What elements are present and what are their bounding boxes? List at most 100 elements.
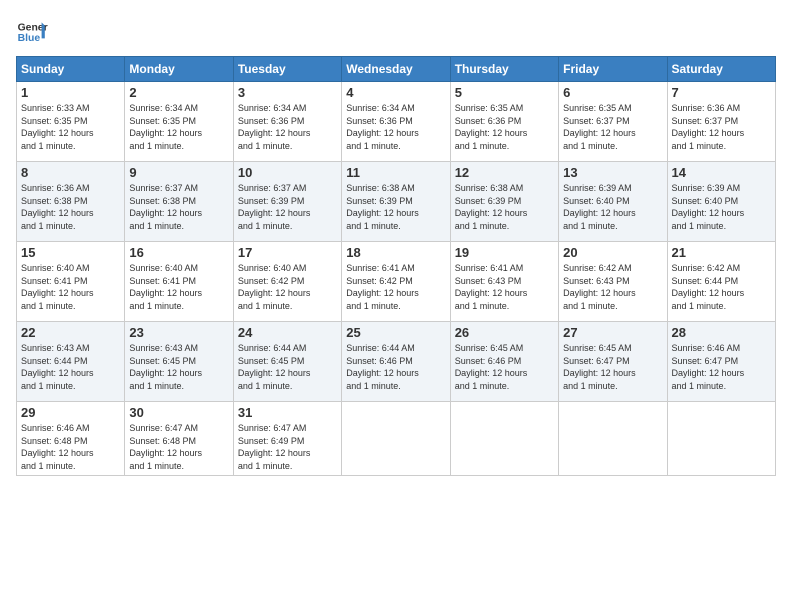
day-number: 7 bbox=[672, 85, 771, 100]
day-number: 6 bbox=[563, 85, 662, 100]
day-info: Sunrise: 6:36 AMSunset: 6:37 PMDaylight:… bbox=[672, 102, 771, 152]
calendar-cell: 4 Sunrise: 6:34 AMSunset: 6:36 PMDaylight… bbox=[342, 82, 450, 162]
day-number: 23 bbox=[129, 325, 228, 340]
day-info: Sunrise: 6:38 AMSunset: 6:39 PMDaylight:… bbox=[455, 182, 554, 232]
day-info: Sunrise: 6:36 AMSunset: 6:38 PMDaylight:… bbox=[21, 182, 120, 232]
calendar-cell: 7 Sunrise: 6:36 AMSunset: 6:37 PMDaylight… bbox=[667, 82, 775, 162]
calendar-cell: 20 Sunrise: 6:42 AMSunset: 6:43 PMDayligh… bbox=[559, 242, 667, 322]
day-number: 30 bbox=[129, 405, 228, 420]
day-info: Sunrise: 6:33 AMSunset: 6:35 PMDaylight:… bbox=[21, 102, 120, 152]
calendar-cell: 23 Sunrise: 6:43 AMSunset: 6:45 PMDayligh… bbox=[125, 322, 233, 402]
calendar-header-sunday: Sunday bbox=[17, 57, 125, 82]
day-info: Sunrise: 6:43 AMSunset: 6:45 PMDaylight:… bbox=[129, 342, 228, 392]
day-info: Sunrise: 6:39 AMSunset: 6:40 PMDaylight:… bbox=[672, 182, 771, 232]
day-info: Sunrise: 6:35 AMSunset: 6:36 PMDaylight:… bbox=[455, 102, 554, 152]
calendar-table: SundayMondayTuesdayWednesdayThursdayFrid… bbox=[16, 56, 776, 476]
day-info: Sunrise: 6:40 AMSunset: 6:41 PMDaylight:… bbox=[129, 262, 228, 312]
day-number: 19 bbox=[455, 245, 554, 260]
day-number: 5 bbox=[455, 85, 554, 100]
calendar-header-thursday: Thursday bbox=[450, 57, 558, 82]
header: General Blue bbox=[16, 16, 776, 48]
calendar-cell: 13 Sunrise: 6:39 AMSunset: 6:40 PMDayligh… bbox=[559, 162, 667, 242]
calendar-cell: 2 Sunrise: 6:34 AMSunset: 6:35 PMDaylight… bbox=[125, 82, 233, 162]
day-number: 27 bbox=[563, 325, 662, 340]
day-info: Sunrise: 6:43 AMSunset: 6:44 PMDaylight:… bbox=[21, 342, 120, 392]
day-number: 1 bbox=[21, 85, 120, 100]
calendar-cell bbox=[667, 402, 775, 476]
day-info: Sunrise: 6:34 AMSunset: 6:35 PMDaylight:… bbox=[129, 102, 228, 152]
calendar-cell: 30 Sunrise: 6:47 AMSunset: 6:48 PMDayligh… bbox=[125, 402, 233, 476]
calendar-cell: 10 Sunrise: 6:37 AMSunset: 6:39 PMDayligh… bbox=[233, 162, 341, 242]
day-info: Sunrise: 6:35 AMSunset: 6:37 PMDaylight:… bbox=[563, 102, 662, 152]
day-number: 28 bbox=[672, 325, 771, 340]
day-number: 3 bbox=[238, 85, 337, 100]
day-info: Sunrise: 6:45 AMSunset: 6:46 PMDaylight:… bbox=[455, 342, 554, 392]
calendar-header-row: SundayMondayTuesdayWednesdayThursdayFrid… bbox=[17, 57, 776, 82]
calendar-cell: 17 Sunrise: 6:40 AMSunset: 6:42 PMDayligh… bbox=[233, 242, 341, 322]
day-info: Sunrise: 6:47 AMSunset: 6:49 PMDaylight:… bbox=[238, 422, 337, 472]
day-info: Sunrise: 6:42 AMSunset: 6:43 PMDaylight:… bbox=[563, 262, 662, 312]
calendar-cell: 9 Sunrise: 6:37 AMSunset: 6:38 PMDaylight… bbox=[125, 162, 233, 242]
day-number: 24 bbox=[238, 325, 337, 340]
day-number: 13 bbox=[563, 165, 662, 180]
calendar-header-friday: Friday bbox=[559, 57, 667, 82]
svg-text:Blue: Blue bbox=[18, 33, 41, 44]
day-info: Sunrise: 6:37 AMSunset: 6:39 PMDaylight:… bbox=[238, 182, 337, 232]
day-number: 20 bbox=[563, 245, 662, 260]
calendar-cell: 15 Sunrise: 6:40 AMSunset: 6:41 PMDayligh… bbox=[17, 242, 125, 322]
day-info: Sunrise: 6:34 AMSunset: 6:36 PMDaylight:… bbox=[346, 102, 445, 152]
day-info: Sunrise: 6:42 AMSunset: 6:44 PMDaylight:… bbox=[672, 262, 771, 312]
calendar-header-wednesday: Wednesday bbox=[342, 57, 450, 82]
calendar-cell: 5 Sunrise: 6:35 AMSunset: 6:36 PMDaylight… bbox=[450, 82, 558, 162]
logo: General Blue bbox=[16, 16, 48, 48]
day-number: 16 bbox=[129, 245, 228, 260]
calendar-cell: 1 Sunrise: 6:33 AMSunset: 6:35 PMDaylight… bbox=[17, 82, 125, 162]
calendar-cell: 31 Sunrise: 6:47 AMSunset: 6:49 PMDayligh… bbox=[233, 402, 341, 476]
day-number: 14 bbox=[672, 165, 771, 180]
day-number: 22 bbox=[21, 325, 120, 340]
day-info: Sunrise: 6:34 AMSunset: 6:36 PMDaylight:… bbox=[238, 102, 337, 152]
day-number: 10 bbox=[238, 165, 337, 180]
day-number: 29 bbox=[21, 405, 120, 420]
day-info: Sunrise: 6:39 AMSunset: 6:40 PMDaylight:… bbox=[563, 182, 662, 232]
day-info: Sunrise: 6:41 AMSunset: 6:43 PMDaylight:… bbox=[455, 262, 554, 312]
calendar-header-monday: Monday bbox=[125, 57, 233, 82]
calendar-cell: 18 Sunrise: 6:41 AMSunset: 6:42 PMDayligh… bbox=[342, 242, 450, 322]
day-info: Sunrise: 6:46 AMSunset: 6:47 PMDaylight:… bbox=[672, 342, 771, 392]
calendar-cell: 29 Sunrise: 6:46 AMSunset: 6:48 PMDayligh… bbox=[17, 402, 125, 476]
calendar-cell bbox=[342, 402, 450, 476]
calendar-header-saturday: Saturday bbox=[667, 57, 775, 82]
calendar-cell bbox=[559, 402, 667, 476]
day-info: Sunrise: 6:44 AMSunset: 6:45 PMDaylight:… bbox=[238, 342, 337, 392]
day-info: Sunrise: 6:46 AMSunset: 6:48 PMDaylight:… bbox=[21, 422, 120, 472]
day-number: 2 bbox=[129, 85, 228, 100]
calendar-cell: 14 Sunrise: 6:39 AMSunset: 6:40 PMDayligh… bbox=[667, 162, 775, 242]
day-number: 31 bbox=[238, 405, 337, 420]
day-number: 26 bbox=[455, 325, 554, 340]
day-info: Sunrise: 6:41 AMSunset: 6:42 PMDaylight:… bbox=[346, 262, 445, 312]
calendar-cell: 25 Sunrise: 6:44 AMSunset: 6:46 PMDayligh… bbox=[342, 322, 450, 402]
day-number: 17 bbox=[238, 245, 337, 260]
day-number: 9 bbox=[129, 165, 228, 180]
calendar-cell: 27 Sunrise: 6:45 AMSunset: 6:47 PMDayligh… bbox=[559, 322, 667, 402]
calendar-cell: 21Sunrise: 6:42 AMSunset: 6:44 PMDayligh… bbox=[667, 242, 775, 322]
calendar-cell: 3 Sunrise: 6:34 AMSunset: 6:36 PMDaylight… bbox=[233, 82, 341, 162]
calendar-cell: 12Sunrise: 6:38 AMSunset: 6:39 PMDayligh… bbox=[450, 162, 558, 242]
day-number: 18 bbox=[346, 245, 445, 260]
calendar-cell: 11 Sunrise: 6:38 AMSunset: 6:39 PMDayligh… bbox=[342, 162, 450, 242]
day-info: Sunrise: 6:40 AMSunset: 6:42 PMDaylight:… bbox=[238, 262, 337, 312]
day-info: Sunrise: 6:44 AMSunset: 6:46 PMDaylight:… bbox=[346, 342, 445, 392]
day-number: 4 bbox=[346, 85, 445, 100]
day-number: 25 bbox=[346, 325, 445, 340]
day-info: Sunrise: 6:45 AMSunset: 6:47 PMDaylight:… bbox=[563, 342, 662, 392]
day-number: 8 bbox=[21, 165, 120, 180]
day-info: Sunrise: 6:38 AMSunset: 6:39 PMDaylight:… bbox=[346, 182, 445, 232]
calendar-cell: 24 Sunrise: 6:44 AMSunset: 6:45 PMDayligh… bbox=[233, 322, 341, 402]
day-number: 15 bbox=[21, 245, 120, 260]
calendar-header-tuesday: Tuesday bbox=[233, 57, 341, 82]
day-info: Sunrise: 6:40 AMSunset: 6:41 PMDaylight:… bbox=[21, 262, 120, 312]
day-info: Sunrise: 6:37 AMSunset: 6:38 PMDaylight:… bbox=[129, 182, 228, 232]
day-number: 11 bbox=[346, 165, 445, 180]
calendar-cell: 6 Sunrise: 6:35 AMSunset: 6:37 PMDaylight… bbox=[559, 82, 667, 162]
day-info: Sunrise: 6:47 AMSunset: 6:48 PMDaylight:… bbox=[129, 422, 228, 472]
